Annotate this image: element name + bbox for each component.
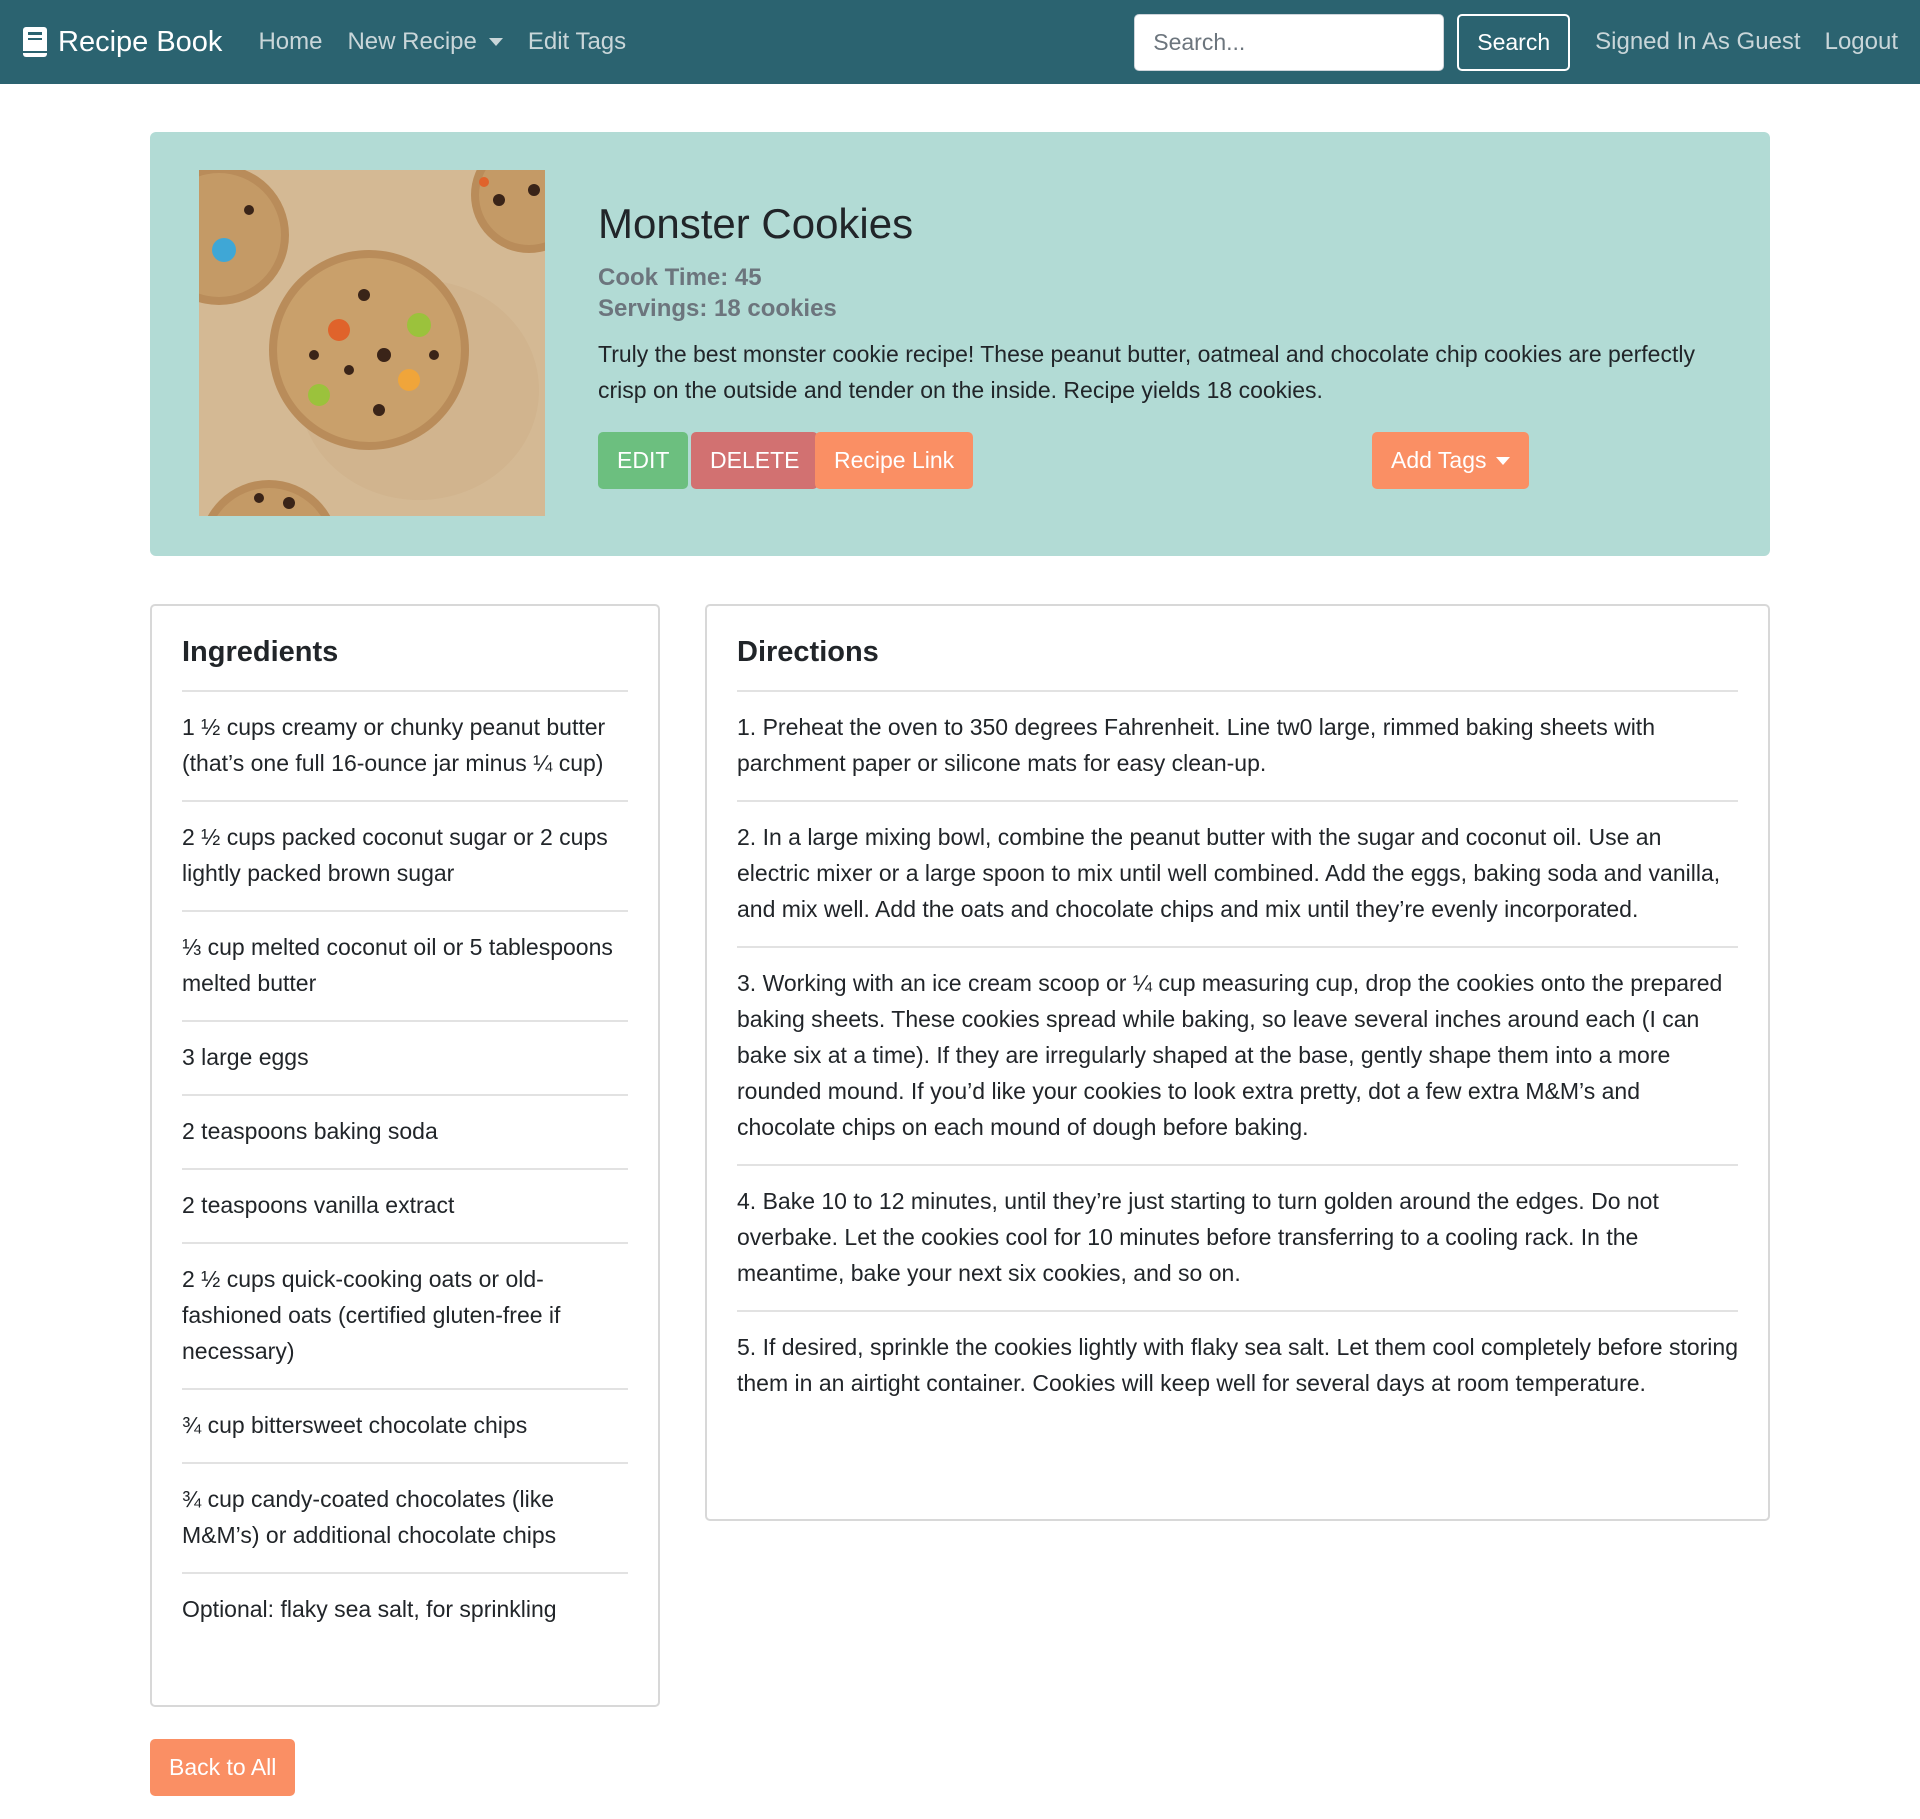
ingredient-item: ¾ cup candy-coated chocolates (like M&M’… (182, 1464, 628, 1574)
chevron-down-icon (488, 38, 503, 46)
ingredient-item: 3 large eggs (182, 1022, 628, 1096)
ingredient-item: ⅓ cup melted coconut oil or 5 tablespoon… (182, 912, 628, 1022)
direction-step: 5. If desired, sprinkle the cookies ligh… (737, 1334, 1738, 1396)
ingredient-item: 2 teaspoons vanilla extract (182, 1170, 628, 1244)
ingredient-item: 2 ½ cups quick-cooking oats or old-fashi… (182, 1244, 628, 1390)
ingredients-list: 1 ½ cups creamy or chunky peanut butter … (182, 690, 628, 1646)
ingredient-item: ¾ cup bittersweet chocolate chips (182, 1390, 628, 1464)
recipe-header-panel: Monster Cookies Cook Time: 45 Servings: … (150, 132, 1770, 556)
direction-step: 2. In a large mixing bowl, combine the p… (737, 802, 1738, 948)
cookie-photo (199, 170, 545, 516)
ingredients-card: Ingredients 1 ½ cups creamy or chunky pe… (150, 604, 660, 1707)
nav-edit-tags[interactable]: Edit Tags (528, 28, 626, 56)
search-button[interactable]: Search (1457, 13, 1571, 71)
navbar: Recipe Book Home New Recipe Edit Tags Se… (0, 0, 1920, 84)
signed-in-status[interactable]: Signed In As Guest (1595, 28, 1800, 56)
nav-home[interactable]: Home (258, 28, 322, 56)
recipe-actions: EDIT DELETE Recipe Link Add Tags (598, 432, 1698, 489)
servings: Servings: 18 cookies (598, 295, 837, 322)
recipe-info: Monster Cookies Cook Time: 45 Servings: … (598, 200, 1698, 408)
recipe-image (199, 170, 545, 516)
recipe-title: Monster Cookies (598, 200, 914, 247)
directions-list: 1. Preheat the oven to 350 degrees Fahre… (737, 690, 1738, 1420)
directions-card: Directions 1. Preheat the oven to 350 de… (705, 604, 1770, 1521)
edit-button[interactable]: EDIT (598, 432, 689, 489)
brand-link[interactable]: Recipe Book (22, 26, 222, 59)
cook-time: Cook Time: 45 (598, 264, 762, 291)
direction-step: 1. Preheat the oven to 350 degrees Fahre… (737, 692, 1738, 802)
delete-button[interactable]: DELETE (691, 432, 819, 489)
nav-home-label: Home (258, 28, 323, 55)
direction-step: 3. Working with an ice cream scoop or ¼ … (737, 948, 1738, 1166)
ingredient-item: 1 ½ cups creamy or chunky peanut butter … (182, 692, 628, 802)
logout-link[interactable]: Logout (1825, 28, 1898, 56)
ingredient-item: Optional: flaky sea salt, for sprinkling (182, 1596, 557, 1622)
add-tags-label: Add Tags (1391, 447, 1487, 473)
ingredient-item: 2 ½ cups packed coconut sugar or 2 cups … (182, 802, 628, 912)
nav-new-recipe-dropdown[interactable]: New Recipe (347, 28, 503, 56)
recipe-link-button[interactable]: Recipe Link (815, 432, 974, 489)
book-icon (23, 27, 47, 57)
ingredient-item: 2 teaspoons baking soda (182, 1096, 628, 1170)
add-tags-dropdown[interactable]: Add Tags (1372, 432, 1530, 489)
brand-label: Recipe Book (58, 25, 223, 58)
ingredients-title: Ingredients (182, 636, 339, 668)
nav-new-recipe-label: New Recipe (347, 28, 477, 55)
chevron-down-icon (1496, 456, 1511, 465)
nav-edit-tags-label: Edit Tags (527, 28, 627, 55)
search-input[interactable] (1134, 13, 1445, 71)
direction-step: 4. Bake 10 to 12 minutes, until they’re … (737, 1166, 1738, 1312)
recipe-description: Truly the best monster cookie recipe! Th… (598, 341, 1695, 403)
back-to-all-button[interactable]: Back to All (150, 1739, 296, 1796)
directions-title: Directions (737, 636, 879, 668)
